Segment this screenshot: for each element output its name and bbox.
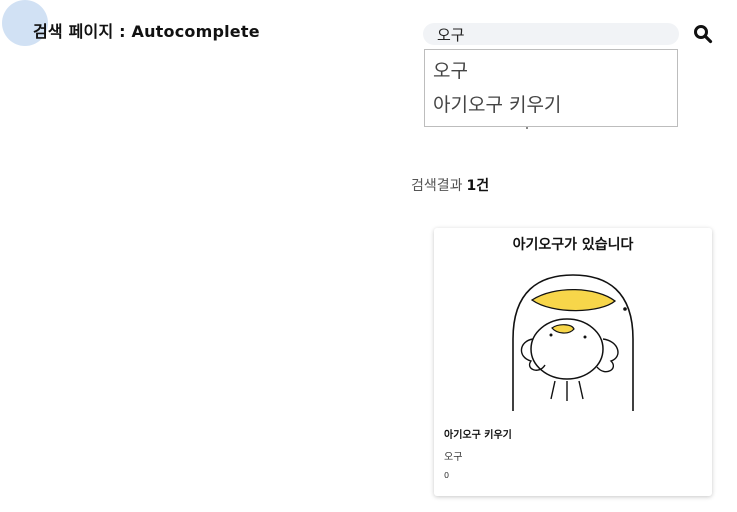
result-count: 검색결과 1건 (411, 175, 489, 195)
search-icon (694, 25, 713, 44)
search-button[interactable] (693, 24, 713, 44)
result-count-label: 검색결과 (411, 178, 463, 194)
autocomplete-dropdown: 오구 아기오구 키우기 (424, 49, 678, 127)
card-title: 아기오구 키우기 (444, 430, 512, 441)
result-card[interactable]: 아기오구가 있습니다 아기오구 키우기 오구 0 (434, 228, 712, 496)
autocomplete-suggestion[interactable]: 아기오구 키우기 (425, 88, 677, 122)
result-count-value: 1건 (466, 178, 490, 194)
card-image-caption: 아기오구가 있습니다 (513, 236, 634, 253)
search-input[interactable] (437, 23, 667, 45)
card-subtitle: 오구 (444, 452, 463, 463)
autocomplete-suggestion[interactable]: 오구 (425, 54, 677, 88)
page-title: 검색 페이지 : Autocomplete (33, 22, 260, 41)
card-meta: 0 (444, 471, 450, 480)
search-bar (423, 23, 679, 45)
divider-dot (526, 127, 528, 129)
card-image: 아기오구가 있습니다 (435, 229, 711, 419)
